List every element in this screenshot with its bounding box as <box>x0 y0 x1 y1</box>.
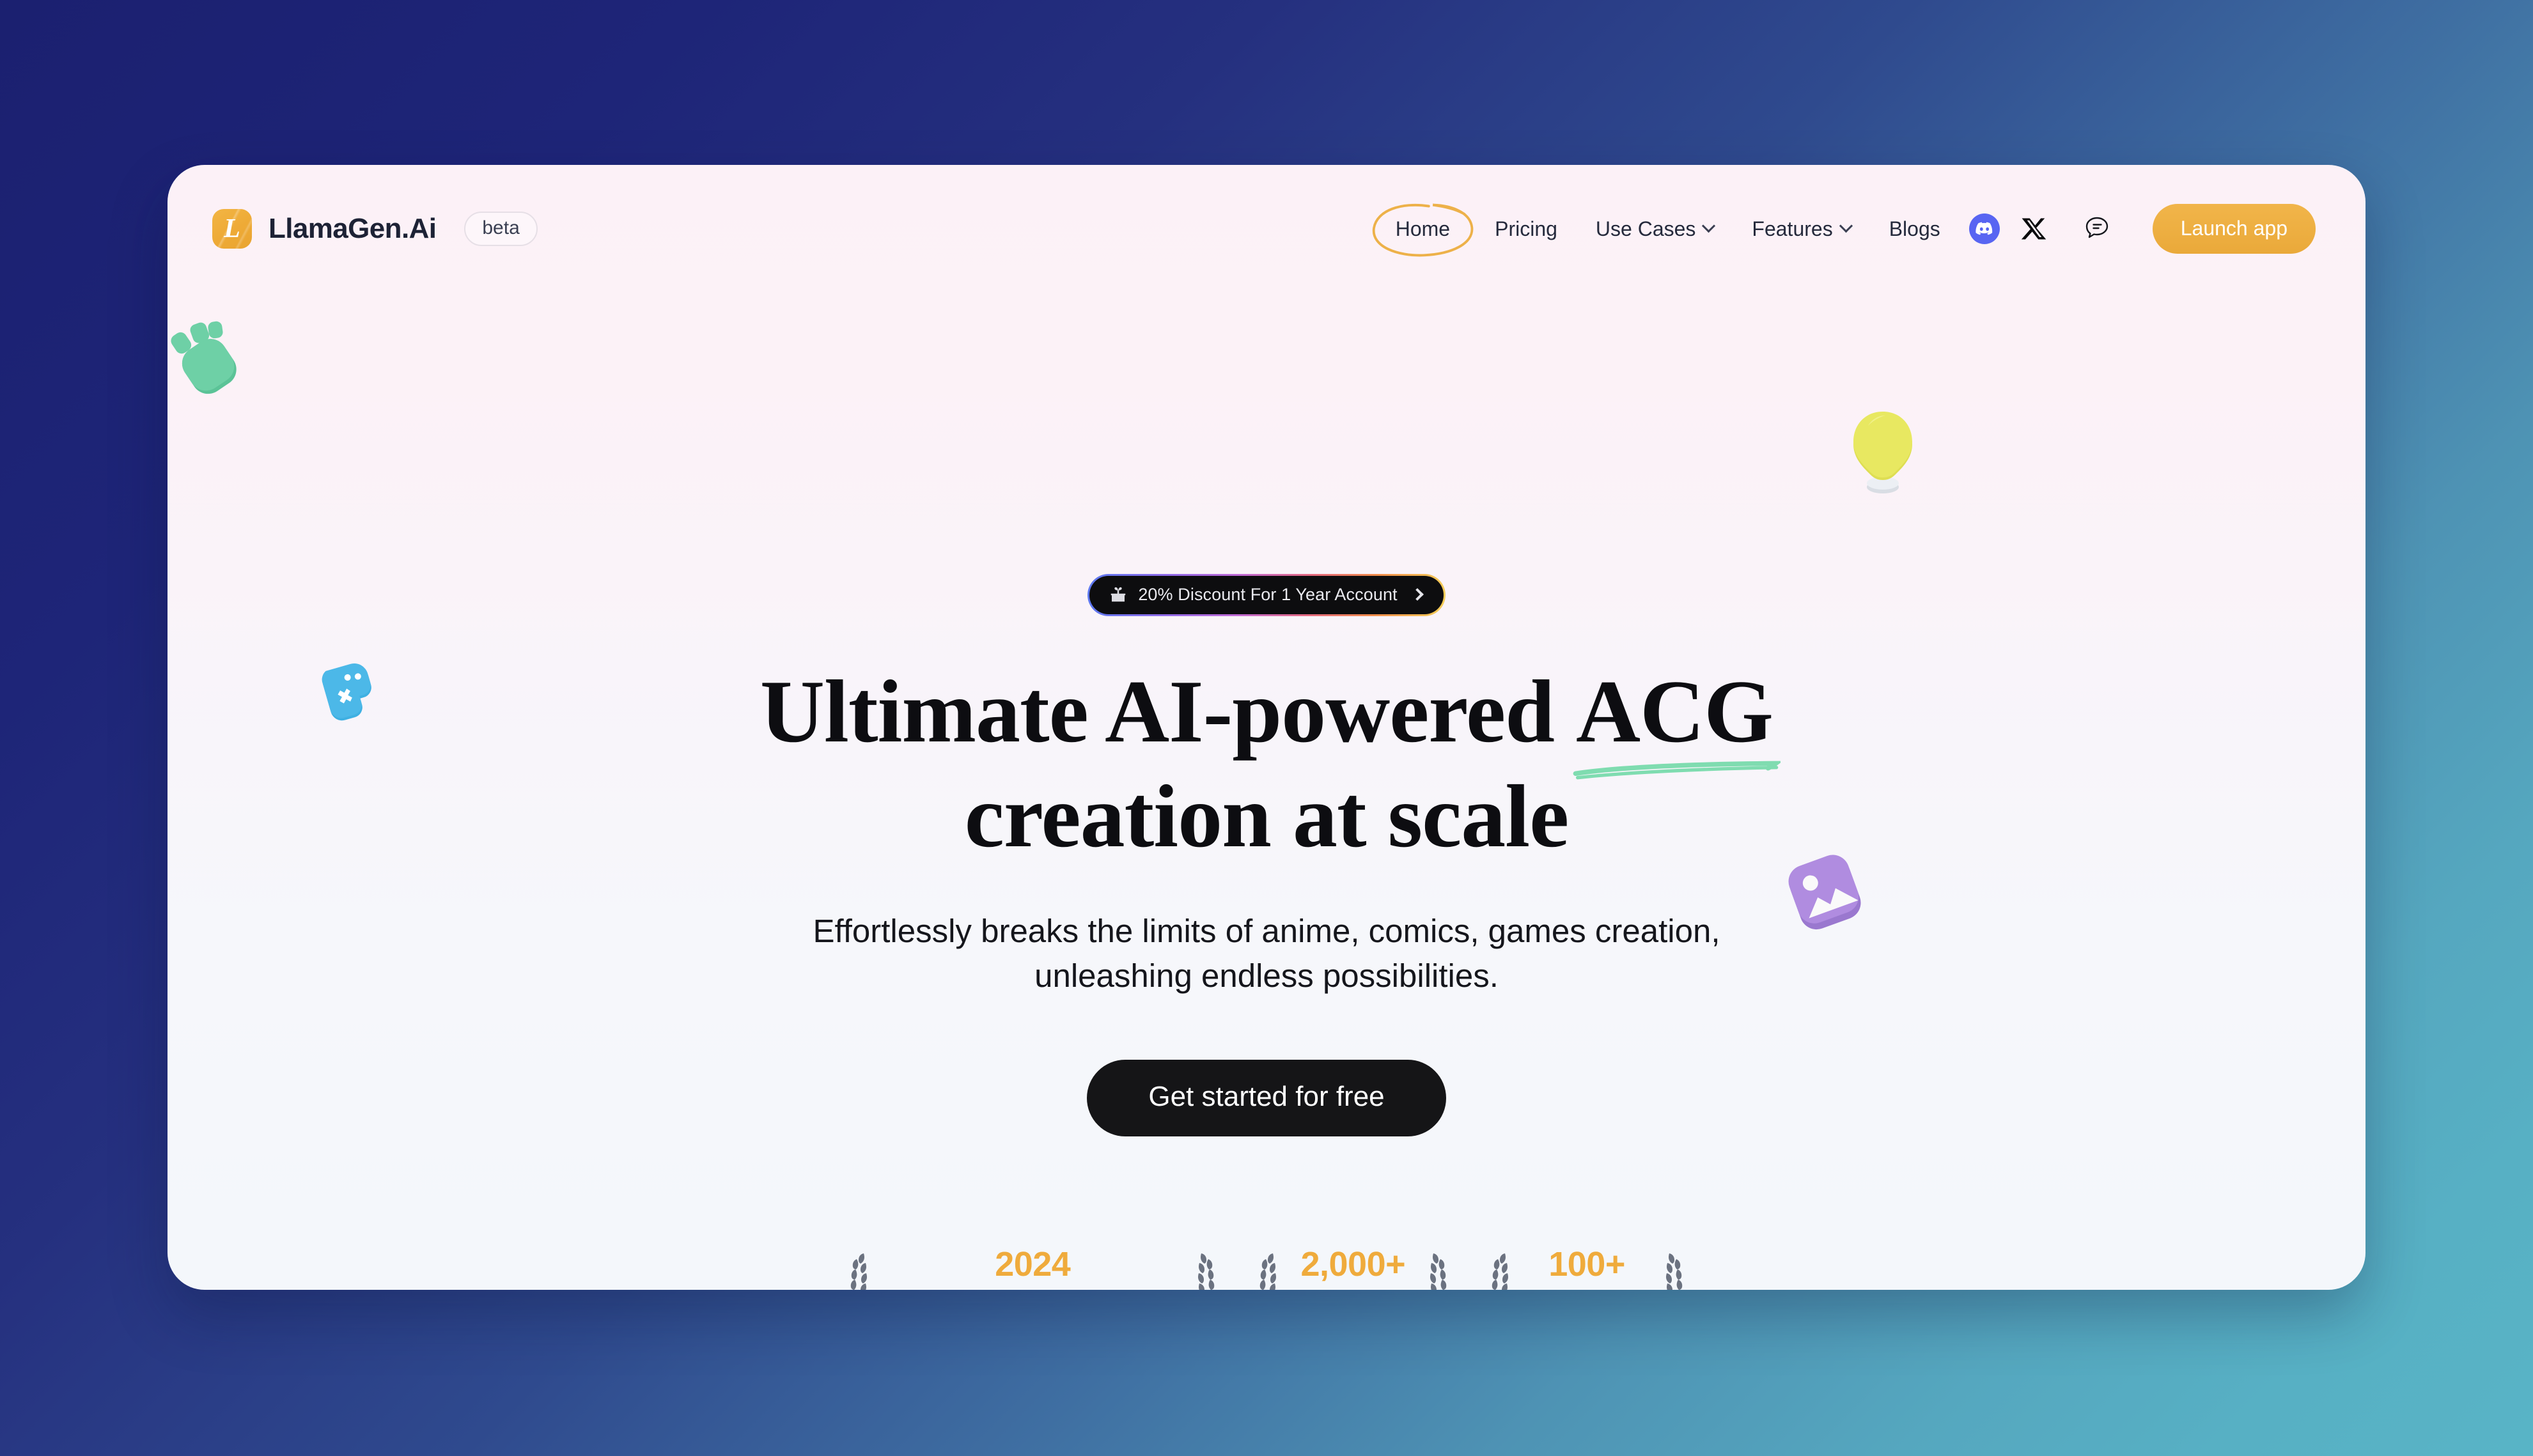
nav-item-blogs[interactable]: Blogs <box>1870 211 1960 247</box>
headline-line1-prefix: Ultimate AI-powered <box>760 662 1576 761</box>
cta-row: Get started for free <box>168 998 2365 1137</box>
x-twitter-icon[interactable] <box>2015 209 2054 249</box>
get-started-button[interactable]: Get started for free <box>1087 1060 1446 1137</box>
laurel-branch-icon <box>1198 1253 1215 1290</box>
stats-row: 2024 Top 25 UNCOVERING AI TOOLS <box>168 1246 2365 1290</box>
nav-item-use-cases[interactable]: Use Cases <box>1577 211 1733 247</box>
nav-item-blogs-label: Blogs <box>1889 217 1940 240</box>
stat-item: 100+ 5-star ratings <box>1488 1246 1687 1290</box>
nav-item-pricing[interactable]: Pricing <box>1476 211 1577 247</box>
discord-icon[interactable] <box>1965 209 2004 249</box>
stat-value: 100+ <box>1548 1245 1625 1284</box>
promo-banner-text: 20% Discount For 1 Year Account <box>1138 584 1398 604</box>
chevron-right-icon <box>1410 588 1424 601</box>
gift-icon <box>1111 587 1126 602</box>
browser-page-card: L LlamaGen.Ai beta Home Pricing Use Case… <box>168 165 2365 1290</box>
main-navigation: Home Pricing Use Cases Features Blogs La… <box>1372 203 2316 256</box>
laurel-branch-icon <box>1259 1253 1277 1290</box>
launch-app-button[interactable]: Launch app <box>2152 204 2316 254</box>
chat-bubble-icon[interactable] <box>2077 209 2117 249</box>
laurel-branch-icon <box>1430 1253 1446 1290</box>
laurel-branch-icon <box>851 1253 868 1290</box>
llamagen-logo-icon: L <box>212 209 252 249</box>
stat-label: Top 25 UNCOVERING AI TOOLS <box>890 1287 1175 1290</box>
brand-name: LlamaGen.Ai <box>269 213 437 244</box>
stat-value: 2,000+ <box>1300 1245 1406 1284</box>
hero-subtitle-line2: unleashing endless possibilities. <box>1034 957 1499 994</box>
hero-subtitle: Effortlessly breaks the limits of anime,… <box>168 909 2365 999</box>
headline-highlight-wrap: ACG <box>1573 660 1781 780</box>
stat-body: 2024 Top 25 UNCOVERING AI TOOLS <box>885 1246 1180 1290</box>
stat-item: 2024 Top 25 UNCOVERING AI TOOLS <box>846 1246 1219 1290</box>
stat-label: Active Users <box>1299 1287 1407 1290</box>
laurel-branch-icon <box>1665 1253 1682 1290</box>
chevron-down-icon <box>1839 219 1853 233</box>
headline-line2: creation at scale <box>964 766 1570 866</box>
nav-item-home-label: Home <box>1395 217 1451 240</box>
page-title: Ultimate AI-powered ACG creation at scal… <box>168 660 2365 869</box>
nav-item-pricing-label: Pricing <box>1495 217 1557 240</box>
promo-banner-inner: 20% Discount For 1 Year Account <box>1089 576 1444 614</box>
brand-logo[interactable]: L LlamaGen.Ai beta <box>212 209 538 249</box>
headline-highlight: ACG <box>1575 662 1773 761</box>
stat-label: 5-star ratings <box>1531 1287 1643 1290</box>
laurel-branch-icon <box>1492 1253 1508 1290</box>
nav-item-home[interactable]: Home <box>1372 203 1473 256</box>
stat-item: 2,000+ Active Users <box>1256 1246 1450 1290</box>
green-underline-stroke-icon <box>1573 761 1781 780</box>
logo-letter: L <box>224 214 240 244</box>
stat-body: 100+ 5-star ratings <box>1526 1246 1648 1290</box>
chevron-down-icon <box>1702 219 1716 233</box>
beta-badge: beta <box>464 212 538 246</box>
nav-item-use-cases-label: Use Cases <box>1595 217 1696 240</box>
nav-item-features-label: Features <box>1752 217 1833 240</box>
stat-body: 2,000+ Active Users <box>1294 1246 1412 1290</box>
nav-item-features[interactable]: Features <box>1733 211 1869 247</box>
hero-subtitle-line1: Effortlessly breaks the limits of anime,… <box>813 912 1720 949</box>
site-header: L LlamaGen.Ai beta Home Pricing Use Case… <box>168 165 2365 293</box>
stat-value: 2024 <box>995 1245 1071 1284</box>
promo-banner[interactable]: 20% Discount For 1 Year Account <box>1087 574 1446 616</box>
hero-section: 20% Discount For 1 Year Account Ultimate… <box>168 293 2365 1290</box>
